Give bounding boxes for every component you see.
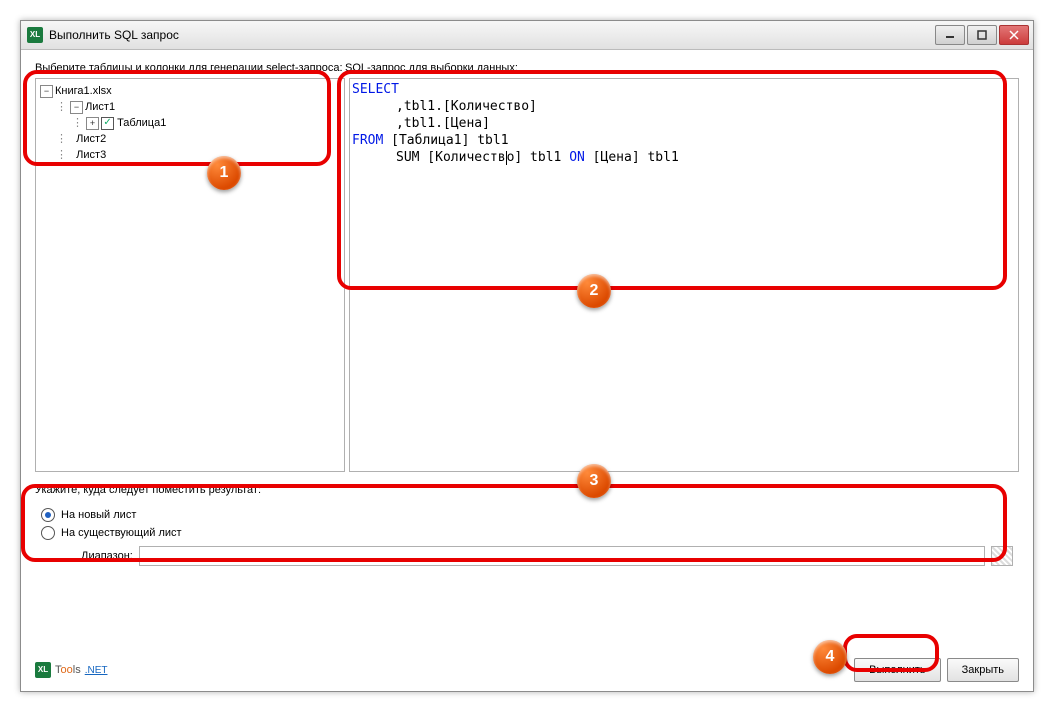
tree-sheet2-label: Лист2 (76, 131, 106, 147)
radio-icon[interactable] (41, 508, 55, 522)
run-button[interactable]: Выполнить (854, 658, 940, 682)
minimize-icon (945, 30, 955, 40)
close-button-bottom[interactable]: Закрыть (947, 658, 1019, 682)
title-bar[interactable]: XL Выполнить SQL запрос (21, 21, 1033, 50)
logo-icon: XL (35, 662, 51, 678)
sql-line3: ,tbl1.[Цена] (352, 115, 490, 132)
logo: XL Tools .NET (35, 662, 107, 678)
close-button[interactable] (999, 25, 1029, 45)
tree-label: Выберите таблицы и колонки для генерации… (35, 62, 345, 74)
range-picker-button[interactable] (991, 546, 1013, 566)
tree-sheet1[interactable]: ⋮ − Лист1 (40, 99, 342, 115)
minimize-button[interactable] (935, 25, 965, 45)
tree-root-label: Книга1.xlsx (55, 83, 112, 99)
close-icon (1009, 30, 1019, 40)
kw-from: FROM (352, 133, 383, 148)
app-icon: XL (27, 27, 43, 43)
tree-sheet2[interactable]: ⋮ Лист2 (40, 131, 342, 147)
radio-new-sheet[interactable]: На новый лист (41, 506, 1013, 524)
sql-editor[interactable]: SELECT ,tbl1.[Количество] ,tbl1.[Цена] F… (349, 78, 1019, 472)
output-options: На новый лист На существующий лист Диапа… (35, 500, 1019, 574)
sql-line2: ,tbl1.[Количество] (352, 98, 537, 115)
kw-select: SELECT (352, 82, 399, 97)
tree-table1-label: Таблица1 (117, 115, 166, 131)
dialog-window: XL Выполнить SQL запрос Выберите таблицы… (20, 20, 1034, 692)
checkbox-icon[interactable]: ✓ (101, 117, 114, 130)
window-title: Выполнить SQL запрос (49, 28, 935, 42)
radio-icon[interactable] (41, 526, 55, 540)
logo-brand: Tools (55, 664, 81, 676)
tree-sheet3-label: Лист3 (76, 147, 106, 163)
maximize-icon (977, 30, 987, 40)
tree-table1[interactable]: ⋮ + ✓ Таблица1 (40, 115, 342, 131)
table-tree[interactable]: − Книга1.xlsx ⋮ − Лист1 ⋮ + ✓ Таблица1 ⋮ (35, 78, 345, 472)
output-label: Укажите, куда следует поместить результа… (35, 484, 1019, 496)
sql-line5a: SUM [Количеств (352, 149, 506, 166)
radio-existing-sheet-label: На существующий лист (61, 527, 182, 539)
radio-new-sheet-label: На новый лист (61, 509, 136, 521)
maximize-button[interactable] (967, 25, 997, 45)
tree-sheet1-label: Лист1 (85, 99, 115, 115)
range-input[interactable] (139, 546, 985, 566)
radio-existing-sheet[interactable]: На существующий лист (41, 524, 1013, 542)
dialog-body: Выберите таблицы и колонки для генерации… (21, 50, 1033, 692)
sql-line5c: [Цена] tbl1 (585, 150, 679, 165)
sql-from-rest: [Таблица1] tbl1 (383, 133, 508, 148)
range-label: Диапазон: (81, 550, 133, 562)
tree-root[interactable]: − Книга1.xlsx (40, 83, 342, 99)
logo-net-link[interactable]: .NET (85, 665, 108, 676)
sql-label: SQL-запрос для выборки данных: (345, 62, 1019, 74)
sql-line5b: о] tbl1 (507, 150, 570, 165)
tree-sheet3[interactable]: ⋮ Лист3 (40, 147, 342, 163)
kw-on: ON (569, 150, 585, 165)
